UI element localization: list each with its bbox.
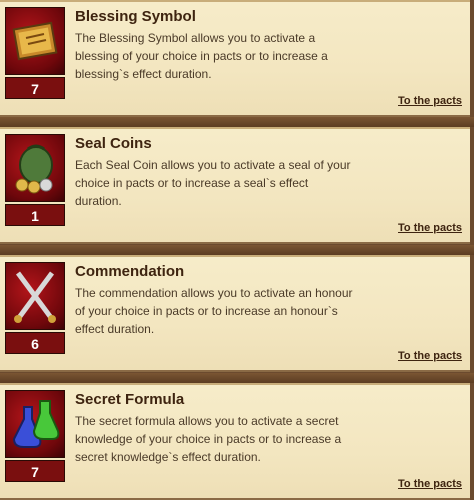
item-count: 6 [5, 332, 65, 354]
potion-flasks-icon [5, 390, 65, 458]
pact-items-list: 7 Blessing Symbol The Blessing Symbol al… [0, 0, 474, 500]
coin-bag-icon [5, 134, 65, 202]
item-card-secret-formula: 7 Secret Formula The secret formula allo… [0, 383, 470, 500]
divider [0, 117, 474, 127]
item-description: Each Seal Coin allows you to activate a … [75, 158, 351, 208]
book-icon [5, 7, 65, 75]
item-card-blessing-symbol: 7 Blessing Symbol The Blessing Symbol al… [0, 0, 470, 117]
crossed-swords-icon [5, 262, 65, 330]
item-title: Secret Formula [75, 391, 185, 408]
item-description: The commendation allows you to activate … [75, 286, 353, 336]
to-the-pacts-link[interactable]: To the pacts [398, 222, 462, 234]
divider [0, 373, 474, 383]
to-the-pacts-link[interactable]: To the pacts [398, 95, 462, 107]
to-the-pacts-link[interactable]: To the pacts [398, 478, 462, 490]
item-card-seal-coins: 1 Seal Coins Each Seal Coin allows you t… [0, 127, 470, 244]
item-count: 7 [5, 77, 65, 99]
item-title: Seal Coins [75, 135, 152, 152]
item-description: The Blessing Symbol allows you to activa… [75, 31, 328, 81]
item-title: Blessing Symbol [75, 8, 196, 25]
to-the-pacts-link[interactable]: To the pacts [398, 350, 462, 362]
item-count: 7 [5, 460, 65, 482]
item-description: The secret formula allows you to activat… [75, 414, 342, 464]
divider [0, 245, 474, 255]
item-card-commendation: 6 Commendation The commendation allows y… [0, 255, 470, 372]
item-title: Commendation [75, 263, 185, 280]
item-count: 1 [5, 204, 65, 226]
